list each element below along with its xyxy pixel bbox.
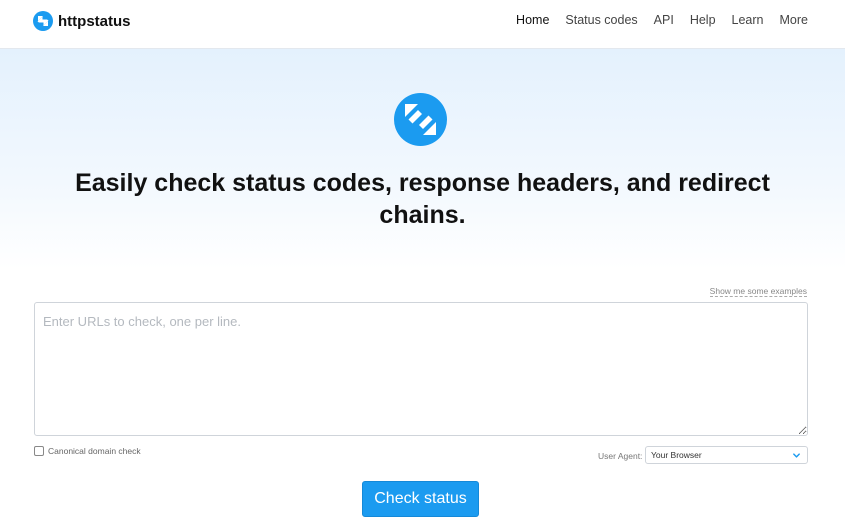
nav-learn[interactable]: Learn <box>732 13 764 27</box>
main-nav: Home Status codes API Help Learn More <box>500 13 808 27</box>
arrows-exchange-icon <box>394 93 447 146</box>
url-input[interactable] <box>34 302 808 436</box>
top-navbar: httpstatus Home Status codes API Help Le… <box>0 0 845 49</box>
canonical-label: Canonical domain check <box>48 446 141 456</box>
user-agent-select[interactable]: Your Browser <box>645 446 808 464</box>
canonical-checkbox[interactable] <box>34 446 44 456</box>
arrows-exchange-icon <box>33 11 53 31</box>
page-headline: Easily check status codes, response head… <box>75 169 770 229</box>
nav-home[interactable]: Home <box>516 13 549 27</box>
brand-link[interactable]: httpstatus <box>33 10 131 32</box>
nav-api[interactable]: API <box>654 13 674 27</box>
brand-name: httpstatus <box>58 12 131 30</box>
canonical-domain-check[interactable]: Canonical domain check <box>34 446 141 456</box>
nav-more[interactable]: More <box>780 13 808 27</box>
user-agent-value: Your Browser <box>651 450 702 460</box>
show-examples-link[interactable]: Show me some examples <box>709 286 807 297</box>
user-agent-label: User Agent: <box>598 451 643 461</box>
check-status-button[interactable]: Check status <box>362 481 479 517</box>
hero-section: Easily check status codes, response head… <box>0 49 845 269</box>
nav-status-codes[interactable]: Status codes <box>565 13 637 27</box>
nav-help[interactable]: Help <box>690 13 716 27</box>
chevron-down-icon <box>793 453 800 458</box>
